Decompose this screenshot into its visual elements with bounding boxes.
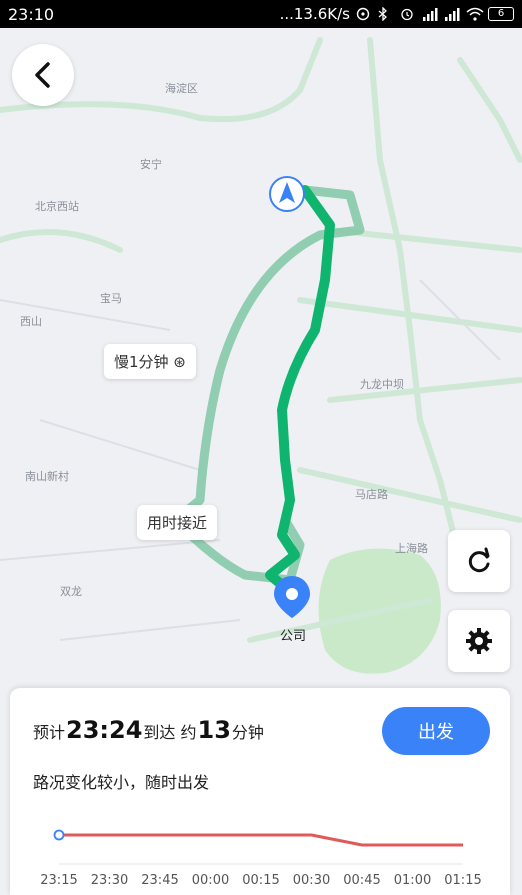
refresh-icon bbox=[468, 547, 490, 573]
chevron-left-icon bbox=[35, 62, 50, 88]
map-label: 上海路 bbox=[395, 542, 428, 555]
map-label: 九龙中坝 bbox=[360, 378, 404, 391]
time-tick: 23:30 bbox=[90, 873, 129, 888]
gear-icon bbox=[466, 628, 492, 654]
battery-icon: 6 bbox=[488, 7, 514, 21]
alarm-icon bbox=[400, 7, 416, 21]
bluetooth-icon bbox=[378, 6, 394, 22]
eta-time: 23:24 bbox=[66, 716, 143, 744]
time-tick: 01:15 bbox=[444, 873, 482, 888]
time-tick: 23:15 bbox=[40, 873, 78, 888]
trend-line bbox=[59, 833, 463, 847]
time-tick: 00:15 bbox=[242, 873, 280, 888]
route-info-panel: 预计 23:24 到达 约 13 分钟 出发 路况变化较小，随时出发 23:15… bbox=[10, 688, 510, 895]
time-tick: 00:00 bbox=[191, 873, 230, 888]
destination-label: 公司 bbox=[280, 629, 307, 644]
signal-icon-2 bbox=[444, 7, 460, 21]
status-time: 23:10 bbox=[8, 4, 55, 24]
time-tick: 00:45 bbox=[343, 873, 381, 888]
start-button[interactable]: 出发 bbox=[382, 707, 490, 755]
map-label: 双龙 bbox=[60, 585, 82, 598]
map-label: 北京西站 bbox=[35, 200, 79, 213]
current-time-point bbox=[53, 829, 65, 841]
status-bar: 23:10 ...13.6K/s 6 bbox=[0, 0, 522, 28]
alt-route-tag[interactable]: 慢1分钟 ⊛ bbox=[104, 344, 196, 379]
status-icons: ...13.6K/s 6 bbox=[280, 5, 514, 23]
settings-button[interactable] bbox=[448, 610, 510, 672]
map-label: 西山 bbox=[20, 315, 42, 328]
eta-prefix: 预计 bbox=[33, 723, 66, 742]
time-tick: 23:45 bbox=[141, 873, 179, 888]
back-button[interactable] bbox=[12, 44, 74, 106]
map-label: 海淀区 bbox=[165, 82, 198, 95]
map-label: 南山新村 bbox=[25, 470, 69, 483]
refresh-button[interactable] bbox=[448, 530, 510, 592]
wifi-icon bbox=[466, 7, 484, 21]
hotspot-icon bbox=[356, 7, 372, 21]
eta-suffix: 分钟 bbox=[231, 723, 264, 742]
alt-route-tag[interactable]: 用时接近 bbox=[137, 505, 218, 540]
travel-time-trend bbox=[53, 829, 463, 865]
eta-minutes: 13 bbox=[197, 716, 231, 744]
traffic-status: 路况变化较小，随时出发 bbox=[33, 773, 210, 792]
time-tick: 00:30 bbox=[292, 873, 331, 888]
net-speed: ...13.6K/s bbox=[279, 5, 350, 23]
eta-mid: 到达 约 bbox=[143, 723, 197, 742]
map-label: 宝马 bbox=[100, 292, 122, 305]
eta-line: 预计 23:24 到达 约 13 分钟 bbox=[33, 716, 264, 744]
map-label: 安宁 bbox=[140, 158, 162, 171]
time-tick: 01:00 bbox=[393, 873, 432, 888]
signal-icon-1 bbox=[422, 7, 438, 21]
map-label: 马店路 bbox=[355, 488, 388, 501]
